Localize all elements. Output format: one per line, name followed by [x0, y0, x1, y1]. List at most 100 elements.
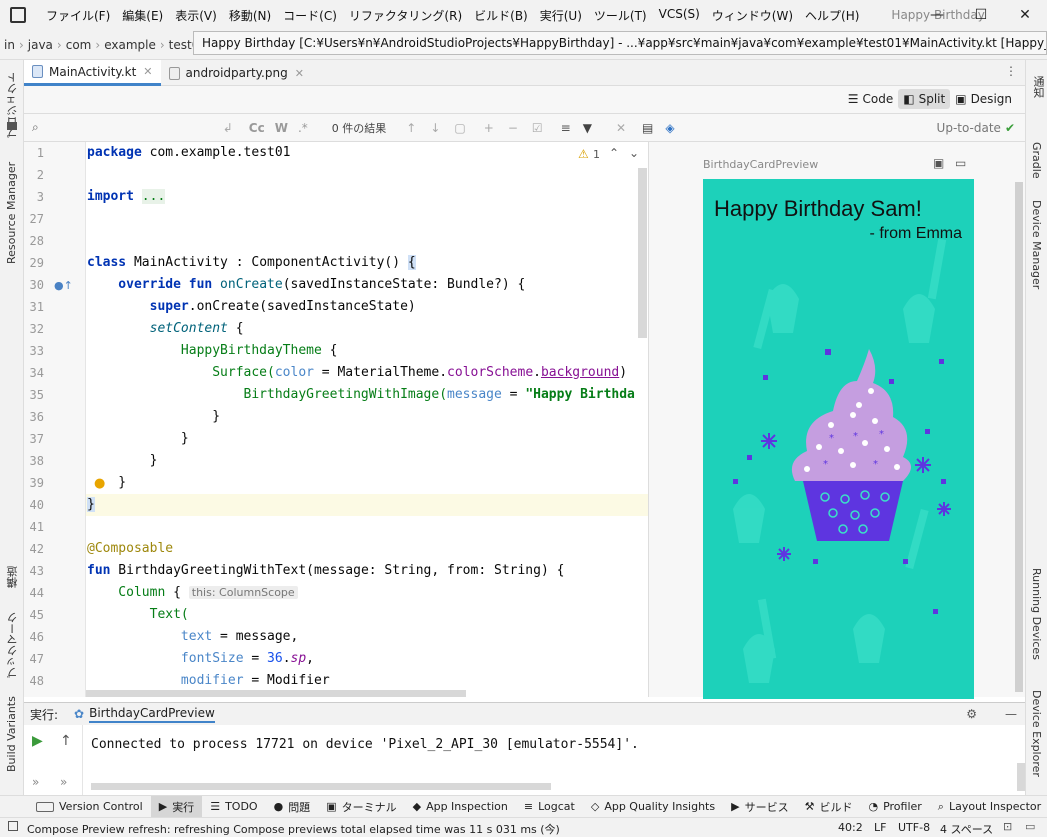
tool-running-devices[interactable]: Running Devices [1030, 568, 1043, 668]
tab-mainactivity[interactable]: MainActivity.kt ✕ [24, 60, 161, 86]
tool-notifications[interactable]: 通知 [1030, 76, 1046, 106]
regex-button[interactable]: .* [298, 121, 308, 135]
menu-tools[interactable]: ツール(T) [588, 7, 653, 24]
code-view-button[interactable]: ☰ Code [843, 89, 899, 109]
run-config-tab[interactable]: BirthdayCardPreview [89, 706, 215, 723]
line-number: 44 [29, 586, 44, 600]
run-on-device-icon[interactable]: ▭ [955, 156, 966, 170]
menu-help[interactable]: ヘルプ(H) [799, 7, 865, 24]
tool-gradle[interactable]: Gradle [1030, 142, 1043, 192]
tool-problems[interactable]: ● 問題 [266, 799, 319, 815]
preview-scrollbar[interactable] [1015, 182, 1023, 692]
tool-profiler[interactable]: ◔ Profiler [860, 800, 929, 813]
gutter-override-icon[interactable]: ●↑ [54, 279, 73, 292]
tool-version-control[interactable]: Version Control [28, 800, 151, 813]
filter-settings-icon[interactable]: ≡ [561, 121, 571, 135]
caret-position[interactable]: 40:2 [838, 821, 863, 834]
design-view-button[interactable]: ▣ Design [950, 89, 1017, 109]
menu-build[interactable]: ビルド(B) [468, 7, 534, 24]
folded-imports[interactable]: ... [141, 189, 166, 204]
menu-window[interactable]: ウィンドウ(W) [706, 7, 799, 24]
tool-structure[interactable]: 構造 [5, 548, 21, 588]
tool-resource-manager[interactable]: Resource Manager [5, 154, 18, 264]
line-number: 40 [29, 498, 44, 512]
split-view-button[interactable]: ◧ Split [898, 89, 951, 109]
line-separator[interactable]: LF [874, 821, 886, 834]
menu-code[interactable]: コード(C) [277, 7, 343, 24]
file-encoding[interactable]: UTF-8 [898, 821, 930, 834]
menu-view[interactable]: 表示(V) [169, 7, 223, 24]
close-button[interactable]: ✕ [1003, 0, 1047, 30]
new-line-icon[interactable]: ↲ [223, 121, 233, 135]
prev-match-icon[interactable]: ↑ [406, 121, 416, 135]
menu-refactor[interactable]: リファクタリング(R) [343, 7, 468, 24]
search-input[interactable] [42, 120, 213, 135]
menu-run[interactable]: 実行(U) [534, 7, 588, 24]
close-search-icon[interactable]: ✕ [616, 121, 626, 135]
close-tab-icon[interactable]: ✕ [295, 67, 304, 80]
more-actions-icon[interactable]: » [32, 775, 39, 789]
warning-icon[interactable]: ⚠ [578, 147, 589, 161]
toggle-selection-icon[interactable]: ☑ [532, 121, 543, 135]
more-tabs-icon[interactable]: ⋮ [1005, 64, 1017, 78]
chevron-down-icon[interactable]: ⌄ [629, 146, 639, 160]
select-all-icon[interactable]: ▢ [454, 121, 465, 135]
tool-todo[interactable]: ☰ TODO [202, 800, 265, 813]
code-token: MainActivity : ComponentActivity() [126, 255, 408, 270]
editor-h-scrollbar[interactable] [86, 690, 466, 697]
menu-edit[interactable]: 編集(E) [116, 7, 169, 24]
branch-icon [36, 801, 54, 812]
interactive-mode-icon[interactable]: ▣ [933, 156, 944, 170]
toggle-tool-windows-icon[interactable] [8, 821, 18, 831]
tool-logcat[interactable]: ≡ Logcat [516, 800, 583, 813]
tool-app-inspection[interactable]: ◆ App Inspection [405, 800, 516, 813]
menu-vcs[interactable]: VCS(S) [653, 7, 706, 24]
hide-panel-icon[interactable]: — [1005, 707, 1017, 721]
birthday-card-preview[interactable]: * * * * * Happy Birthday Sam! - from Emma [703, 179, 974, 699]
console-v-scrollbar[interactable] [1017, 763, 1025, 791]
tool-build[interactable]: ⚒ ビルド [797, 799, 861, 815]
tool-run[interactable]: ▶ 実行 [150, 795, 203, 818]
editor-scrollbar[interactable] [638, 168, 647, 338]
code-token: BirthdayGreetingWithImage( [87, 387, 448, 402]
whole-word-button[interactable]: W [275, 121, 288, 135]
next-match-icon[interactable]: ↓ [430, 121, 440, 135]
code-editor[interactable]: 1 2 3 27 28 29 30 31 32 33 34 35 36 37 38 39 40 41 42 43 44 4… [24, 142, 648, 697]
lock-icon[interactable]: ⊡ [1003, 820, 1012, 833]
breadcrumb-item[interactable]: in [0, 38, 19, 52]
tool-device-manager[interactable]: Device Manager [1030, 200, 1043, 300]
indent-setting[interactable]: 4 スペース [940, 821, 993, 837]
tool-build-variants[interactable]: Build Variants [5, 692, 18, 772]
tool-bookmarks[interactable]: ブックマーク [5, 608, 21, 678]
layers-icon[interactable]: ◈ [665, 121, 674, 135]
tool-layout-inspector[interactable]: ⌕ Layout Inspector [930, 800, 1047, 814]
rerun-icon[interactable]: ▶ [32, 733, 43, 749]
memory-indicator-icon[interactable]: ▭ [1025, 820, 1035, 833]
breadcrumb-item[interactable]: java [24, 38, 57, 52]
chevron-up-icon[interactable]: ⌃ [609, 146, 619, 160]
code-token: import [87, 189, 134, 204]
tool-device-explorer[interactable]: Device Explorer [1030, 690, 1043, 790]
match-case-button[interactable]: Cc [249, 121, 265, 135]
tab-androidparty[interactable]: androidparty.png ✕ [161, 60, 312, 86]
layout-icon[interactable]: ▤ [642, 121, 653, 135]
tool-services[interactable]: ▶ サービス [723, 799, 796, 815]
remove-occurrence-icon[interactable]: − [508, 121, 518, 135]
settings-gear-icon[interactable]: ⚙ [966, 707, 977, 721]
breadcrumb-item[interactable]: example [100, 38, 160, 52]
svg-text:*: * [823, 459, 828, 470]
scroll-up-icon[interactable]: ↑ [60, 733, 72, 749]
add-occurrence-icon[interactable]: + [484, 121, 494, 135]
filter-icon[interactable]: ▼ [583, 121, 592, 135]
minimize-button[interactable]: — [915, 0, 959, 30]
close-tab-icon[interactable]: ✕ [143, 65, 152, 78]
tool-app-quality-insights[interactable]: ◇ App Quality Insights [583, 800, 723, 813]
more-actions-icon[interactable]: » [60, 775, 67, 789]
menu-file[interactable]: ファイル(F) [40, 7, 116, 24]
tool-terminal[interactable]: ▣ ターミナル [318, 799, 404, 815]
breadcrumb-item[interactable]: com [62, 38, 96, 52]
console-h-scrollbar[interactable] [91, 783, 551, 790]
code-token: "Happy Birthda [525, 387, 635, 402]
maximize-button[interactable]: ☐ [959, 0, 1003, 30]
menu-navigate[interactable]: 移動(N) [223, 7, 277, 24]
